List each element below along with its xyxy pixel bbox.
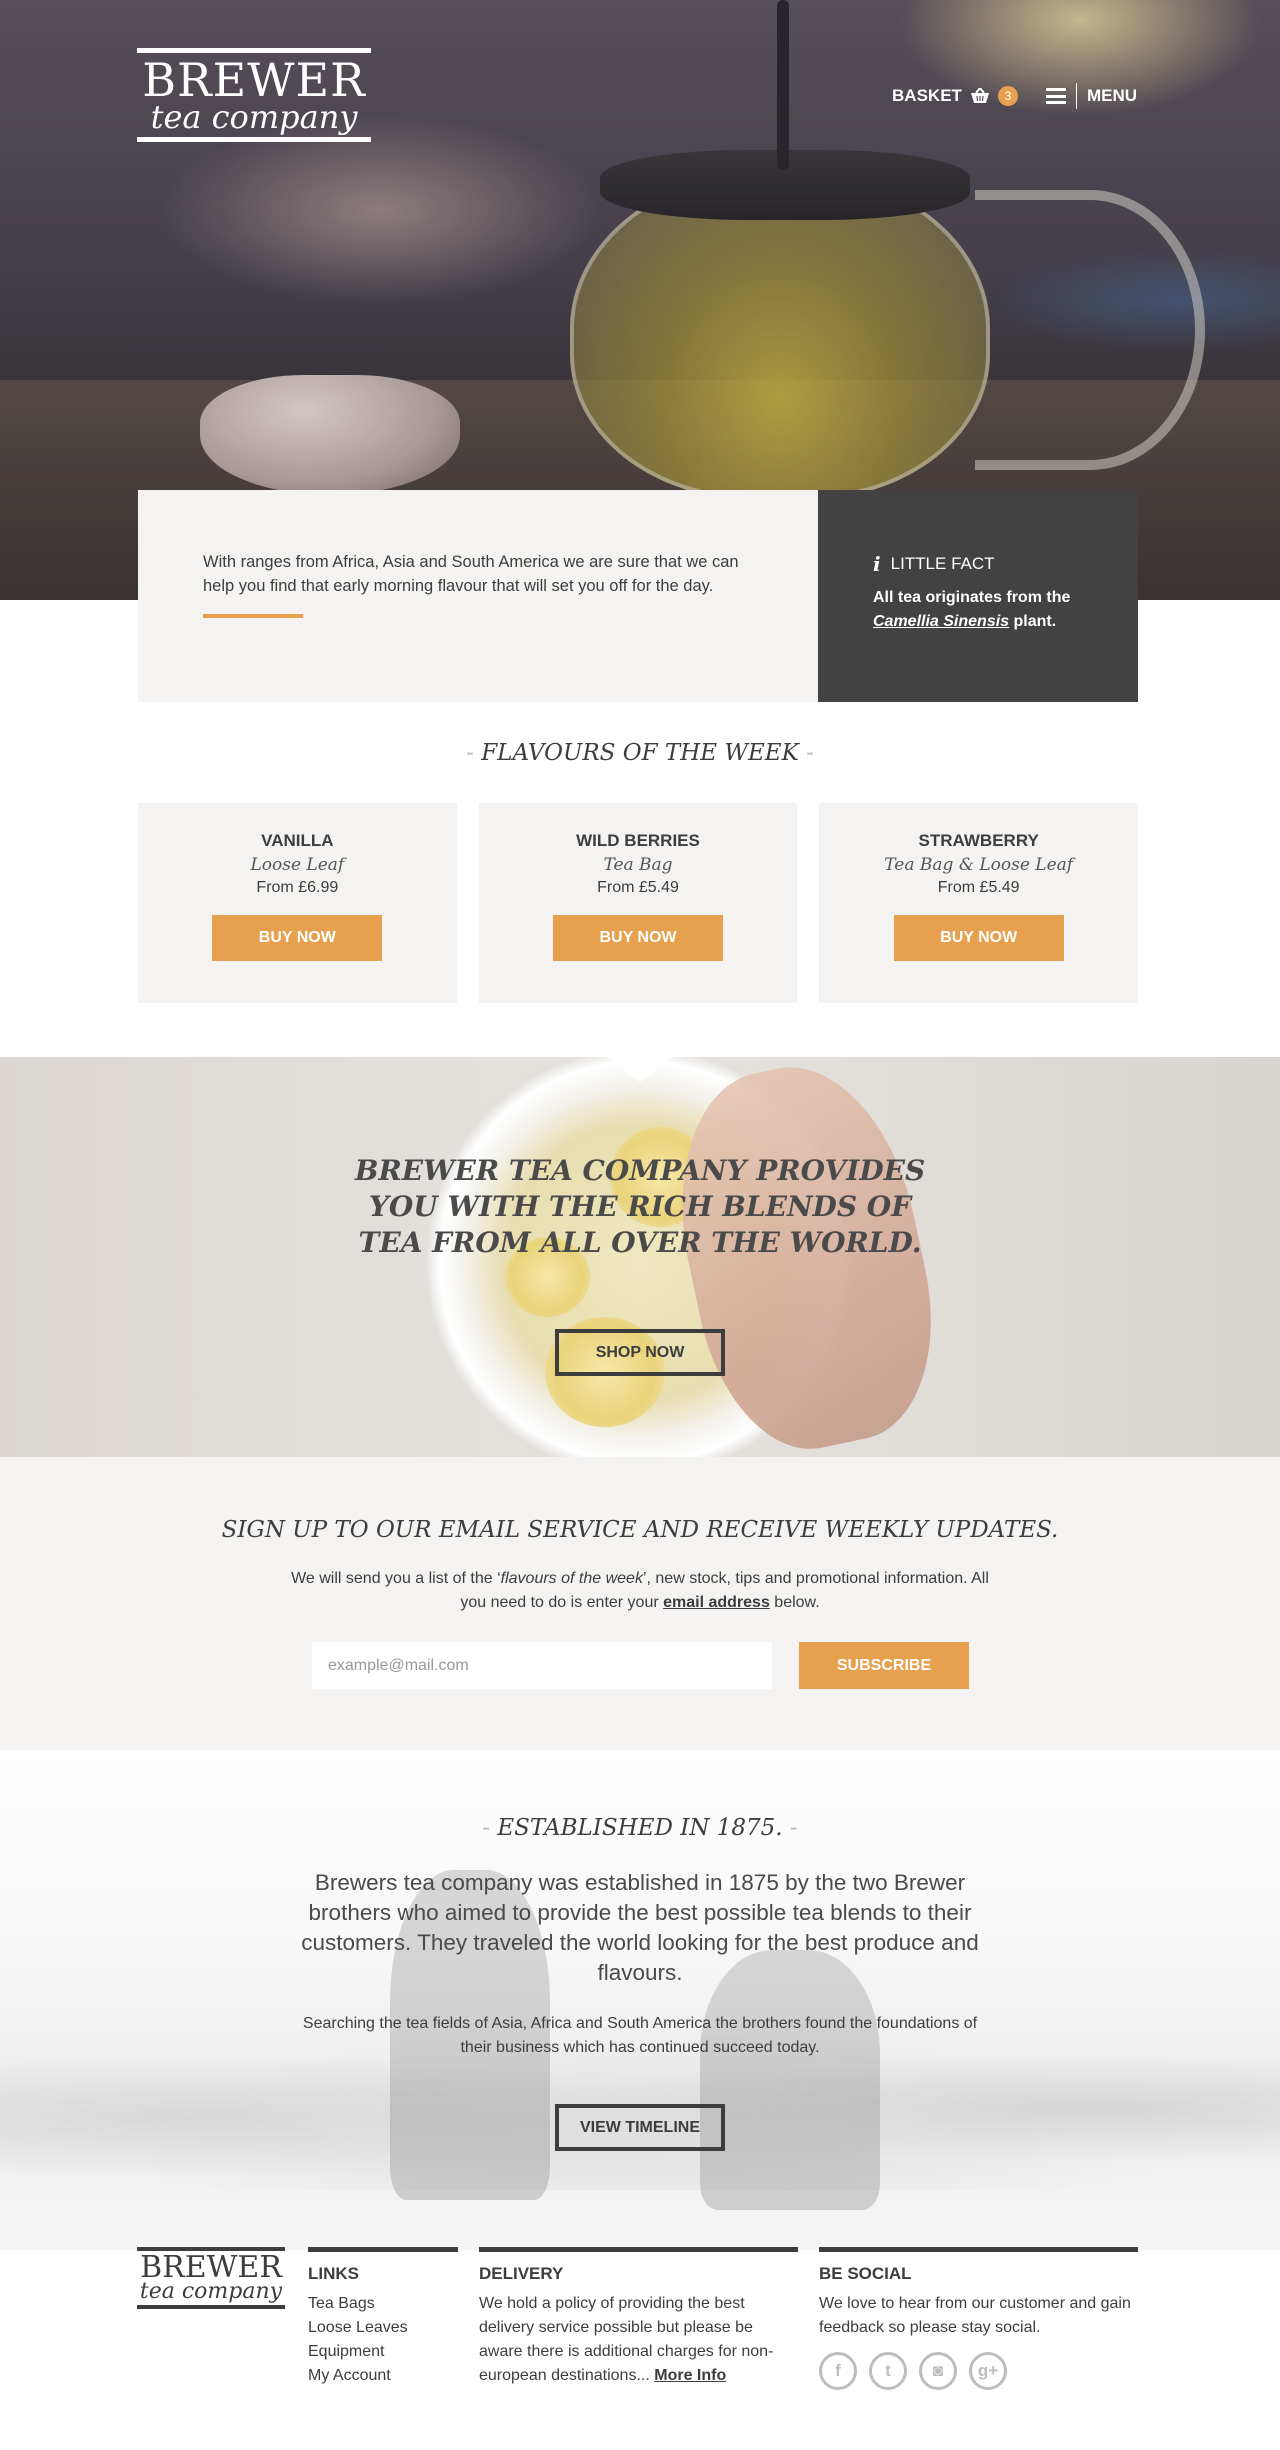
footer-links: LINKS Tea Bags Loose Leaves Equipment My… <box>308 2247 458 2388</box>
menu-button[interactable]: MENU <box>1045 83 1137 109</box>
flavour-card: VANILLA Loose Leaf From £6.99 BUY NOW <box>138 803 457 1003</box>
flavour-price: From £5.49 <box>937 879 1020 896</box>
view-timeline-button[interactable]: VIEW TIMELINE <box>555 2104 725 2151</box>
google-plus-icon[interactable]: g+ <box>969 2352 1007 2390</box>
shop-now-button[interactable]: SHOP NOW <box>555 1329 725 1376</box>
basket-label: BASKET <box>892 86 962 105</box>
footer: BREWER tea company LINKS Tea Bags Loose … <box>0 2230 1280 2450</box>
top-nav: BASKET 3 MENU <box>892 83 1137 109</box>
facebook-icon[interactable]: f <box>819 2352 857 2390</box>
twitter-icon[interactable]: t <box>869 2352 907 2390</box>
established-title: - ESTABLISHED IN 1875. - <box>482 1815 798 1841</box>
more-info-link[interactable]: More Info <box>654 2367 726 2384</box>
flavour-card: WILD BERRIES Tea Bag From £5.49 BUY NOW <box>478 803 798 1003</box>
little-fact-panel: i LITTLE FACT All tea originates from th… <box>818 490 1138 702</box>
basket-icon <box>970 86 990 104</box>
footer-link-tea-bags[interactable]: Tea Bags <box>308 2292 458 2316</box>
basket-count-badge: 3 <box>997 86 1018 106</box>
flavour-card: STRAWBERRY Tea Bag & Loose Leaf From £5.… <box>819 803 1139 1003</box>
established-text: Searching the tea fields of Asia, Africa… <box>302 2015 978 2056</box>
flavour-price: From £6.99 <box>256 879 339 896</box>
footer-delivery: DELIVERY We hold a policy of providing t… <box>479 2247 798 2388</box>
flavour-price: From £5.49 <box>597 879 679 896</box>
footer-delivery-title: DELIVERY <box>479 2264 564 2283</box>
footer-link-equipment[interactable]: Equipment <box>308 2340 458 2364</box>
flavours-grid: VANILLA Loose Leaf From £6.99 BUY NOW WI… <box>138 803 1139 1003</box>
fact-highlight[interactable]: Camellia Sinensis <box>873 613 1009 630</box>
buy-now-button[interactable]: BUY NOW <box>893 915 1064 961</box>
established-section: - ESTABLISHED IN 1875. - Brewers tea com… <box>0 1750 1280 2250</box>
footer-social: BE SOCIAL We love to hear from our custo… <box>819 2247 1138 2390</box>
info-icon: i <box>873 552 881 576</box>
fact-title: LITTLE FACT <box>890 554 995 573</box>
footer-social-title: BE SOCIAL <box>819 2264 912 2283</box>
flavour-type: Tea Bag & Loose Leaf <box>884 855 1074 875</box>
flavour-name: STRAWBERRY <box>918 831 1039 850</box>
banner-headline: BREWER TEA COMPANY PROVIDES YOU WITH THE… <box>354 1154 926 1259</box>
footer-logo[interactable]: BREWER tea company <box>137 2247 285 2309</box>
buy-now-button[interactable]: BUY NOW <box>212 915 383 961</box>
hamburger-icon <box>1045 88 1066 104</box>
flavour-name: WILD BERRIES <box>576 831 700 850</box>
buy-now-button[interactable]: BUY NOW <box>553 915 723 961</box>
instagram-icon[interactable]: ◙ <box>919 2352 957 2390</box>
flavours-title: - FLAVOURS OF THE WEEK - <box>466 740 814 766</box>
signup-description: We will send you a list of the ‘flavours… <box>291 1570 989 1611</box>
footer-social-text: We love to hear from our customer and ga… <box>819 2295 1131 2336</box>
footer-links-title: LINKS <box>308 2264 359 2283</box>
intro-text: With ranges from Africa, Asia and South … <box>203 553 739 595</box>
menu-label: MENU <box>1086 86 1137 105</box>
basket-link[interactable]: BASKET 3 <box>892 86 1018 106</box>
footer-link-my-account[interactable]: My Account <box>308 2364 458 2388</box>
flavour-name: VANILLA <box>261 831 334 850</box>
subscribe-button[interactable]: SUBSCRIBE <box>799 1642 969 1689</box>
email-signup-section: SIGN UP TO OUR EMAIL SERVICE AND RECEIVE… <box>0 1457 1280 1750</box>
footer-delivery-text: We hold a policy of providing the best d… <box>479 2295 774 2384</box>
accent-underline <box>203 614 303 618</box>
brand-logo[interactable]: BREWER tea company <box>137 48 371 142</box>
fact-text: All tea originates from the Camellia Sin… <box>873 589 1071 630</box>
signup-title: SIGN UP TO OUR EMAIL SERVICE AND RECEIVE… <box>221 1517 1059 1543</box>
footer-link-loose-leaves[interactable]: Loose Leaves <box>308 2316 458 2340</box>
promo-banner: BREWER TEA COMPANY PROVIDES YOU WITH THE… <box>0 1057 1280 1457</box>
flavour-type: Loose Leaf <box>250 855 345 875</box>
established-lead: Brewers tea company was established in 1… <box>301 1870 979 1985</box>
intro-panel: With ranges from Africa, Asia and South … <box>138 490 818 702</box>
email-input[interactable] <box>312 1642 772 1689</box>
flavour-type: Tea Bag <box>603 855 673 875</box>
